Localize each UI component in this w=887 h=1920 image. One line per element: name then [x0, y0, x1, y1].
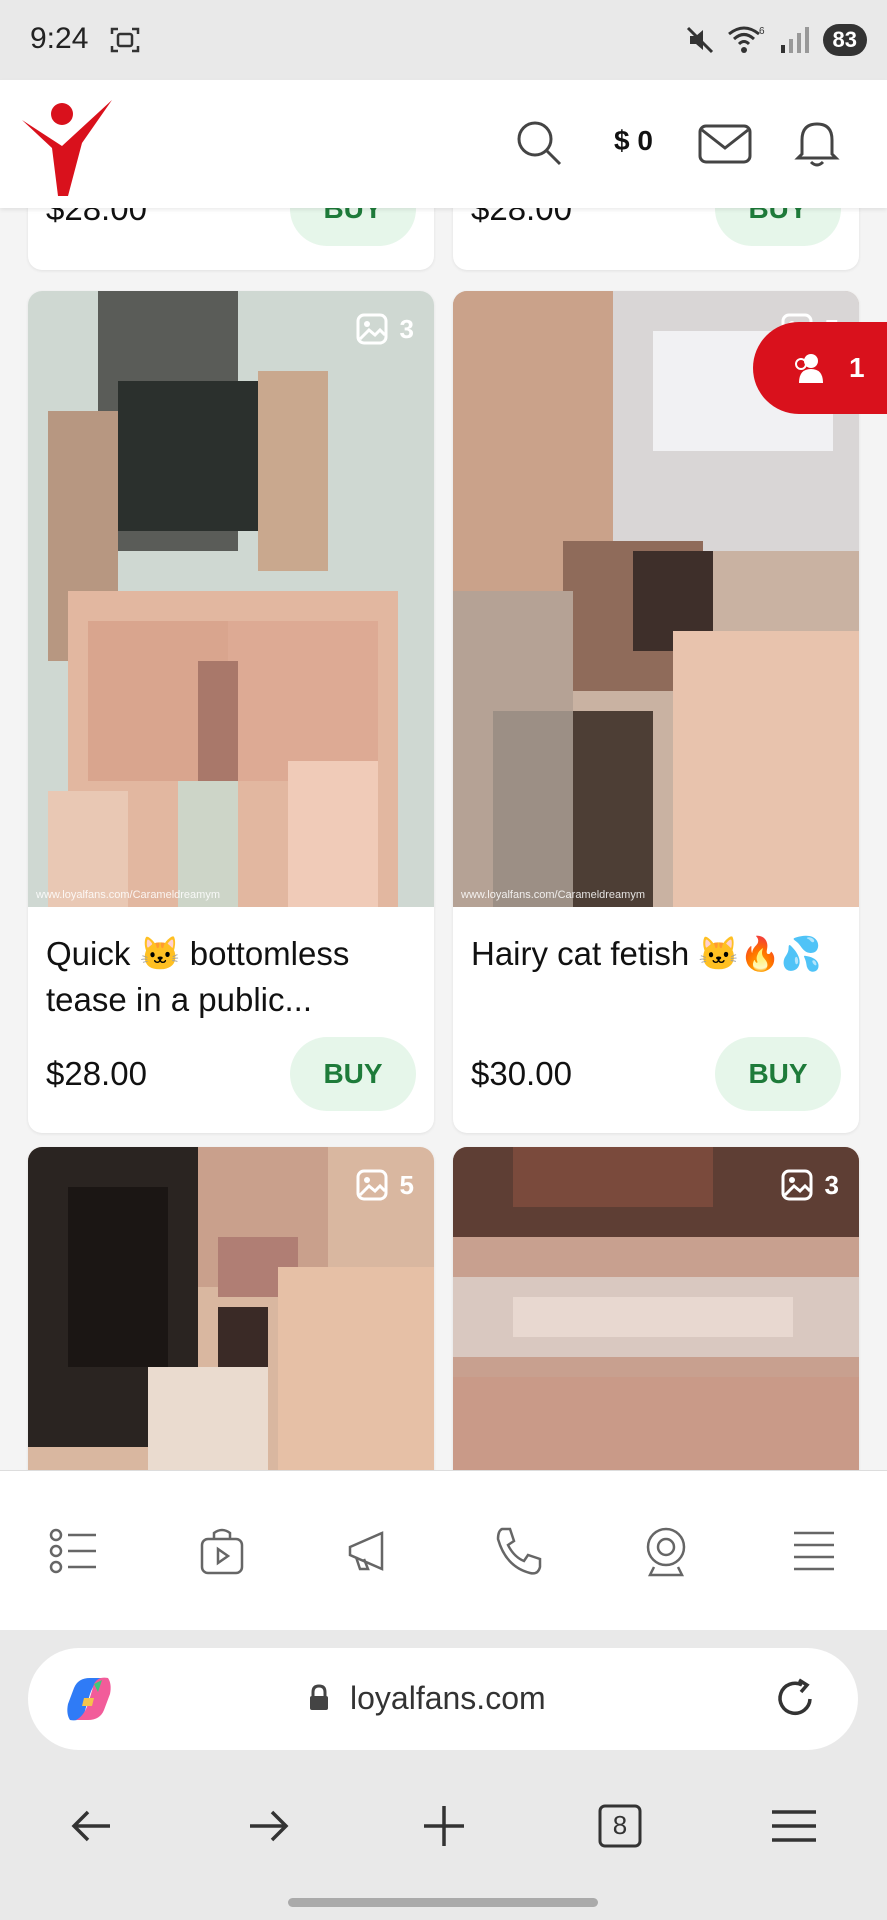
reload-icon[interactable]	[772, 1676, 818, 1722]
address-bar[interactable]: loyalfans.com	[28, 1648, 858, 1750]
notifications-icon[interactable]	[794, 118, 840, 168]
copilot-icon[interactable]	[64, 1674, 114, 1724]
search-icon[interactable]	[514, 118, 564, 168]
product-title[interactable]: Hairy cat fetish 🐱🔥💦	[471, 931, 841, 977]
tabs-button[interactable]: 8	[592, 1798, 648, 1854]
product-card[interactable]: 3	[453, 1147, 859, 1470]
watermark: www.loyalfans.com/Carameldreamym	[36, 889, 220, 901]
signal-icon	[780, 27, 809, 53]
product-card[interactable]: $28.00 BUY	[453, 208, 859, 270]
chat-users-icon	[795, 354, 823, 383]
screenshot-icon	[110, 27, 140, 53]
product-card[interactable]: 3 www.loyalfans.com/Carameldreamym Quick…	[28, 291, 434, 1133]
product-card[interactable]: $28.00 BUY	[28, 208, 434, 270]
mute-icon	[686, 26, 713, 54]
url-text[interactable]: loyalfans.com	[350, 1680, 546, 1717]
loyalfans-logo[interactable]	[22, 98, 116, 196]
megaphone-icon[interactable]	[342, 1523, 398, 1579]
tab-count: 8	[612, 1810, 628, 1840]
product-grid: $28.00 BUY $28.00 BUY 3 www.loyalfans.co…	[0, 208, 887, 1470]
list-icon[interactable]	[46, 1523, 102, 1579]
webcam-icon[interactable]	[638, 1523, 694, 1579]
image-icon	[356, 1169, 388, 1201]
photo-count-badge: 3	[356, 313, 414, 345]
status-time: 9:24	[30, 22, 89, 55]
new-tab-plus-icon[interactable]	[416, 1798, 472, 1854]
lock-icon	[310, 1684, 328, 1710]
messages-icon[interactable]	[698, 118, 752, 168]
battery-indicator: 83	[822, 24, 867, 56]
status-icons: 6 83	[685, 20, 867, 60]
chat-badge-count: 1	[849, 352, 865, 383]
menu-icon[interactable]	[786, 1523, 842, 1579]
image-icon	[781, 1169, 813, 1201]
buy-button[interactable]: BUY	[715, 208, 841, 246]
home-indicator[interactable]	[288, 1898, 598, 1907]
product-price: $28.00	[46, 208, 147, 227]
photo-count: 3	[824, 1169, 839, 1200]
product-title[interactable]: Quick 🐱 bottomless tease in a public...	[46, 931, 416, 1023]
browser-menu-icon[interactable]	[766, 1798, 822, 1854]
buy-button[interactable]: BUY	[290, 1037, 416, 1111]
status-bar: 9:24 6 83	[0, 0, 887, 80]
product-thumbnail-blurred[interactable]: 3 www.loyalfans.com/Carameldreamym	[28, 291, 434, 907]
photo-count: 3	[399, 313, 414, 344]
live-chat-badge[interactable]: 1	[753, 322, 887, 414]
photo-count-badge: 3	[781, 1169, 839, 1201]
buy-button[interactable]: BUY	[715, 1037, 841, 1111]
app-header: $ 0	[0, 80, 887, 208]
wifi-icon: 6	[727, 26, 765, 53]
product-card[interactable]: 5	[28, 1147, 434, 1470]
wallet-balance[interactable]: $ 0	[614, 125, 653, 157]
buy-button[interactable]: BUY	[290, 208, 416, 246]
bottom-navigation	[0, 1470, 887, 1631]
wifi-label: 6	[759, 26, 765, 37]
browser-chrome: loyalfans.com 8	[0, 1630, 887, 1920]
photo-count-badge: 5	[356, 1169, 414, 1201]
video-bag-icon[interactable]	[194, 1523, 250, 1579]
product-card[interactable]: 5 www.loyalfans.com/Carameldreamym Hairy…	[453, 291, 859, 1133]
back-arrow-icon[interactable]	[64, 1798, 120, 1854]
product-thumbnail-blurred[interactable]: 3	[453, 1147, 859, 1470]
product-price: $30.00	[471, 1055, 572, 1092]
forward-arrow-icon[interactable]	[240, 1798, 296, 1854]
watermark: www.loyalfans.com/Carameldreamym	[461, 889, 645, 901]
photo-count: 5	[399, 1169, 414, 1200]
product-price: $28.00	[471, 208, 572, 227]
image-icon	[356, 313, 388, 345]
product-price: $28.00	[46, 1055, 147, 1092]
phone-icon[interactable]	[490, 1523, 546, 1579]
product-thumbnail-blurred[interactable]: 5	[28, 1147, 434, 1470]
